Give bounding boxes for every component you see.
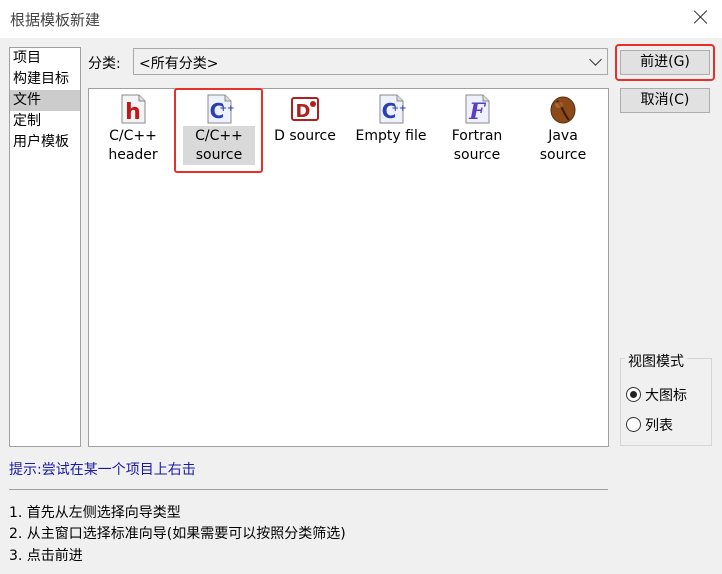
template-d-source[interactable]: D D source xyxy=(263,89,347,173)
svg-text:F: F xyxy=(468,99,486,125)
category-value: <所有分类> xyxy=(139,56,219,72)
close-icon[interactable] xyxy=(692,8,710,26)
template-empty-file[interactable]: C ++ Empty file xyxy=(349,89,433,173)
step-3: 3. 点击前进 xyxy=(9,548,83,564)
template-fortran-source[interactable]: F Fortran source xyxy=(435,89,519,173)
hint-text: 提示:尝试在某一个项目上右击 xyxy=(9,462,196,478)
d-source-icon: D xyxy=(291,97,319,122)
list-item-build-target[interactable]: 构建目标 xyxy=(10,69,80,90)
template-label-line2: header xyxy=(108,147,158,163)
selection-annotation xyxy=(174,88,263,173)
category-select[interactable]: <所有分类> xyxy=(133,48,608,75)
template-grid[interactable]: h C/C++ header C ++ C/C++ source D D sou… xyxy=(88,88,609,447)
list-item-file[interactable]: 文件 xyxy=(10,90,80,111)
template-label-line1: Java xyxy=(548,128,578,144)
template-label-line1: D source xyxy=(274,128,336,144)
wizard-type-list[interactable]: 项目 构建目标 文件 定制 用户模板 xyxy=(9,47,81,447)
title-bar: 根据模板新建 xyxy=(0,0,722,38)
template-label-line2: source xyxy=(453,147,501,163)
svg-text:++: ++ xyxy=(391,104,406,114)
cpp-header-icon: h xyxy=(121,94,146,125)
fortran-source-icon: F xyxy=(465,94,490,125)
radio-unselected-icon xyxy=(626,417,641,432)
cancel-button[interactable]: 取消(C) xyxy=(620,88,710,113)
list-item-user-templates[interactable]: 用户模板 xyxy=(10,132,80,153)
radio-list[interactable]: 列表 xyxy=(626,415,673,435)
chevron-down-icon xyxy=(589,53,602,66)
svg-text:D: D xyxy=(296,101,311,122)
radio-large-icons-label: 大图标 xyxy=(645,388,687,404)
template-label-line2: source xyxy=(539,147,587,163)
list-item-custom[interactable]: 定制 xyxy=(10,111,80,132)
template-label-line1: Fortran xyxy=(451,128,503,144)
template-java-source[interactable]: Java source xyxy=(521,89,605,173)
svg-text:h: h xyxy=(125,100,141,125)
step-1: 1. 首先从左侧选择向导类型 xyxy=(9,505,181,521)
java-source-icon xyxy=(550,96,576,124)
category-label: 分类: xyxy=(88,56,121,72)
empty-file-icon: C ++ xyxy=(379,94,407,124)
window-title: 根据模板新建 xyxy=(10,11,101,29)
template-cpp-header[interactable]: h C/C++ header xyxy=(91,89,175,173)
radio-list-label: 列表 xyxy=(645,418,673,434)
view-mode-title: 视图模式 xyxy=(625,351,687,371)
radio-selected-icon xyxy=(626,387,641,402)
list-item-project[interactable]: 项目 xyxy=(10,48,80,69)
radio-large-icons[interactable]: 大图标 xyxy=(626,385,687,405)
divider xyxy=(9,489,608,490)
template-label-line1: C/C++ xyxy=(109,128,157,144)
template-label-line1: Empty file xyxy=(355,128,427,144)
step-2: 2. 从主窗口选择标准向导(如果需要可以按照分类筛选) xyxy=(9,526,346,542)
next-button[interactable]: 前进(G) xyxy=(620,50,710,75)
